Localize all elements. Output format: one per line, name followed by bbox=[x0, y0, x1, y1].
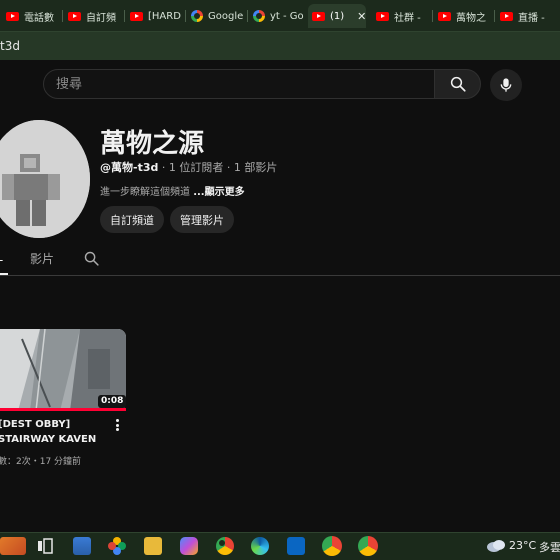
browser-tab-4[interactable]: Google bbox=[187, 4, 247, 28]
tab-label: 萬物之 bbox=[456, 12, 486, 24]
search-icon bbox=[84, 251, 99, 266]
youtube-icon bbox=[376, 11, 389, 21]
browser-tab-9[interactable]: 直播 - bbox=[496, 4, 558, 28]
search-input[interactable] bbox=[56, 70, 416, 98]
channel-description[interactable]: 進一步瞭解這個頻道 ...顯示更多 bbox=[100, 183, 245, 198]
browser-tab-2[interactable]: 自訂頻 bbox=[64, 4, 124, 28]
search-box[interactable] bbox=[43, 69, 435, 99]
address-bar-url[interactable]: t3d bbox=[0, 39, 20, 53]
youtube-icon bbox=[438, 11, 451, 21]
browser-tab-3[interactable]: [HARD bbox=[126, 4, 184, 28]
roblox-avatar-image bbox=[0, 120, 90, 238]
edge-icon[interactable] bbox=[251, 537, 269, 555]
browser-tab-1[interactable]: 電話數 bbox=[2, 4, 60, 28]
channel-meta: @萬物-t3d · 1 位訂閱者 · 1 部影片 bbox=[100, 159, 277, 175]
close-tab-icon[interactable]: ✕ bbox=[357, 10, 366, 23]
browser-tab-8[interactable]: 萬物之 bbox=[434, 4, 492, 28]
outlook-icon[interactable] bbox=[287, 537, 305, 555]
cloud-glyph bbox=[487, 540, 505, 552]
search-icon bbox=[450, 76, 466, 92]
tab-label: 自訂頻 bbox=[86, 12, 116, 24]
youtube-icon bbox=[130, 11, 143, 21]
tab-separator bbox=[432, 10, 433, 22]
customize-channel-button[interactable]: 自訂頻道 bbox=[100, 206, 164, 233]
weather-temperature[interactable]: 23°C bbox=[509, 539, 536, 552]
watch-progress-bar bbox=[0, 408, 126, 411]
video-title[interactable]: [DEST OBBY] STAIRWAY KAVEN bbox=[0, 417, 110, 447]
meta-separator: · bbox=[223, 161, 234, 174]
microphone-icon bbox=[500, 78, 512, 92]
search-button[interactable] bbox=[434, 69, 481, 99]
tab-separator bbox=[247, 10, 248, 22]
photos-glyph bbox=[108, 537, 126, 555]
google-icon bbox=[253, 10, 265, 22]
task-view-glyph bbox=[38, 538, 53, 554]
channel-name: 萬物之源 bbox=[100, 129, 205, 159]
chrome-icon[interactable] bbox=[216, 537, 234, 555]
voice-search-button[interactable] bbox=[490, 69, 522, 101]
youtube-icon bbox=[6, 11, 19, 21]
copilot-icon[interactable] bbox=[180, 537, 198, 555]
tab-label: Google bbox=[208, 10, 244, 22]
task-view-icon[interactable] bbox=[36, 537, 54, 559]
tab-home[interactable]: L bbox=[0, 250, 3, 264]
kebab-dot bbox=[115, 428, 119, 431]
tab-label: 電話數 bbox=[24, 12, 54, 24]
kebab-dot bbox=[115, 419, 119, 422]
show-more-link[interactable]: ...顯示更多 bbox=[193, 187, 244, 198]
weather-condition[interactable]: 多雲 bbox=[539, 539, 560, 555]
channel-search-button[interactable] bbox=[83, 250, 100, 271]
browser-tab-5[interactable]: yt - Go bbox=[249, 4, 305, 28]
video-count: 1 部影片 bbox=[233, 161, 278, 174]
tabs-divider bbox=[0, 275, 560, 276]
manage-videos-button[interactable]: 管理影片 bbox=[170, 206, 234, 233]
tab-label: [HARD bbox=[148, 10, 181, 22]
tab-label: yt - Go bbox=[270, 10, 304, 22]
video-menu-icon[interactable] bbox=[112, 417, 122, 433]
tab-separator bbox=[185, 10, 186, 22]
tab-separator bbox=[124, 10, 125, 22]
weather-icon[interactable] bbox=[486, 537, 506, 557]
tab-videos[interactable]: 影片 bbox=[30, 250, 54, 267]
youtube-icon bbox=[312, 11, 325, 21]
widgets-icon[interactable] bbox=[0, 537, 26, 555]
address-bar[interactable]: t3d bbox=[0, 32, 560, 60]
file-explorer-icon[interactable] bbox=[144, 537, 162, 555]
browser-tab-active[interactable]: (1) ✕ bbox=[308, 4, 366, 28]
channel-avatar[interactable] bbox=[0, 120, 90, 238]
meta-separator: · bbox=[158, 161, 169, 174]
browser-tab-7[interactable]: 社群 - bbox=[372, 4, 430, 28]
youtube-icon bbox=[68, 11, 81, 21]
google-icon bbox=[191, 10, 203, 22]
chrome-profile-2-icon[interactable] bbox=[358, 536, 378, 556]
tab-label: (1) bbox=[330, 10, 345, 22]
photos-icon[interactable] bbox=[107, 536, 127, 560]
microsoft-store-icon[interactable] bbox=[73, 537, 91, 555]
kebab-dot bbox=[115, 423, 119, 427]
video-duration: 0:08 bbox=[98, 395, 127, 408]
channel-handle: @萬物-t3d bbox=[100, 161, 159, 174]
description-text: 進一步瞭解這個頻道 bbox=[100, 187, 190, 198]
tab-label: 社群 - bbox=[394, 12, 421, 24]
youtube-icon bbox=[500, 11, 513, 21]
tab-separator bbox=[62, 10, 63, 22]
tab-separator bbox=[494, 10, 495, 22]
subscriber-count: 1 位訂閱者 bbox=[168, 161, 224, 174]
video-meta: 數：2次・17 分鐘前 bbox=[0, 457, 82, 467]
chrome-profile-icon[interactable] bbox=[322, 536, 342, 556]
tab-label: 直播 - bbox=[518, 12, 545, 24]
